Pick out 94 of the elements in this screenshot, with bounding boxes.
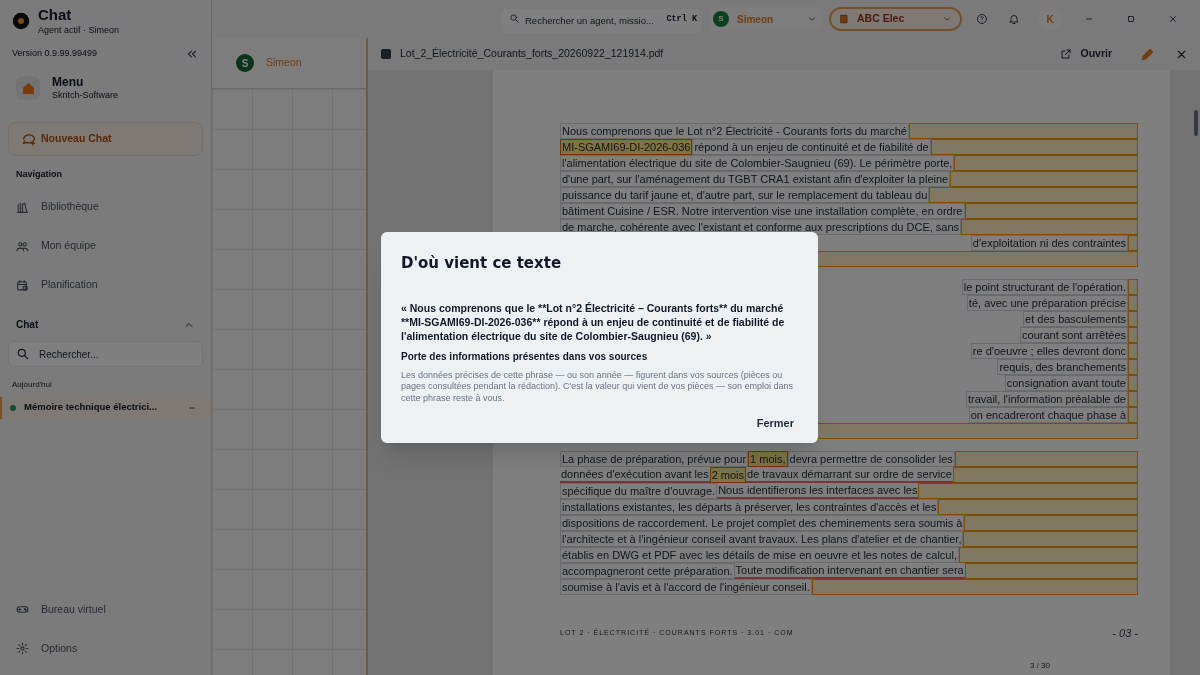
avatar: S <box>713 11 729 27</box>
file-name: Lot_2_Électricité_Courants_forts_20260922_121914.pdf <box>400 46 665 62</box>
document-text: le point structurant de l'opération. <box>961 279 1128 295</box>
nav-item[interactable]: Options <box>8 629 203 668</box>
maximize-icon <box>1126 14 1136 24</box>
double-chevron-left-icon <box>185 47 199 61</box>
menu-title: Menu <box>52 74 85 90</box>
scrollbar-thumb[interactable] <box>1194 110 1198 136</box>
document-text: l'alimentation électrique du site de Colombier-Saugnieu (69). Le périmètre porte, <box>560 155 955 171</box>
document-text: et des basculements <box>1023 311 1128 327</box>
document-text: devra permettre de consolider les <box>787 451 955 467</box>
settings-icon <box>16 642 29 655</box>
document-text: puissance du tarif jaune et, d'autre part, sur le remplacement du tableau du <box>560 187 930 203</box>
highlight-box <box>1128 311 1138 327</box>
gamepad-icon <box>16 603 29 616</box>
document-text: consignation avant toute <box>1004 375 1128 391</box>
quoted-sentence: « Nous comprenons que le **Lot n°2 Électricité – Courants forts** du marché **MI-SGAMI69-DI-2026-036** répond à un enjeu de continuité et de fiabilité de l'alimentation électrique du site de Colombier-Saugnieu (69). » <box>401 300 786 343</box>
app-logo-icon <box>12 12 30 30</box>
conversation-item[interactable]: Mémoire technique électrici... <box>0 396 211 419</box>
highlight-box <box>1128 295 1138 311</box>
document-text: on encadreront chaque phase à <box>968 407 1128 423</box>
open-button[interactable]: Ouvrir <box>1060 46 1112 62</box>
home-tile[interactable] <box>16 76 40 100</box>
document-text: l'architecte et à l'ingénieur conseil avant travaux. Les plans d'atelier et de chantier, <box>560 531 964 547</box>
highlight-box <box>1128 279 1138 295</box>
library-icon <box>16 200 29 214</box>
document-text: Nous comprenons que le Lot n°2 Électricité - Courants forts du marché <box>560 123 909 139</box>
chevron-down-icon <box>807 14 817 24</box>
agent-name: Simeon <box>266 55 302 71</box>
highlighted-text: MI-SGAMI69-DI-2026-036 <box>560 139 693 155</box>
document-text: installations existantes, les départs à préserver, les contraintes d'accès et les <box>560 499 939 515</box>
highlight-box <box>1128 343 1138 359</box>
close-dialog-button[interactable]: Fermer <box>752 414 798 431</box>
external-link-icon <box>1060 48 1073 60</box>
page-number: - 03 - <box>1112 626 1138 641</box>
collapse-sidebar-button[interactable] <box>185 47 199 61</box>
highlighted-text: 1 mois, <box>748 451 788 467</box>
app-subtitle: Agent actif · Simeon <box>38 24 120 36</box>
page-counter: 3 / 30 <box>1030 660 1050 672</box>
section-label: Navigation <box>15 168 63 181</box>
document-text: spécifique du maître d'ouvrage. <box>560 483 718 499</box>
section-label: Chat <box>16 318 39 332</box>
document-text: té, avec une préparation précise <box>966 295 1128 311</box>
organization-selector[interactable]: ABC Elec <box>829 7 962 31</box>
highlight-box <box>1128 375 1138 391</box>
nav-item[interactable]: Bibliothèque <box>8 187 203 227</box>
document-text: répond à un enjeu de continuité et de fiabilité de <box>692 139 931 155</box>
document-text: La phase de préparation, prévue pour <box>560 451 749 467</box>
document-text: dispositions de raccordement. Le projet complet des cheminements sera soumis à <box>560 515 965 531</box>
new-chat-button[interactable]: Nouveau Chat <box>8 122 203 156</box>
pencil-icon <box>1140 46 1155 62</box>
underlined-text: données d'exécution avant les <box>560 467 710 483</box>
people-icon <box>16 239 29 253</box>
document-text: d'une part, sur l'aménagement du TGBT CRA1 existant afin d'exploiter la pleine <box>560 171 951 187</box>
document-text: re d'oeuvre ; elles devront donc <box>970 343 1128 359</box>
nav-item[interactable]: Mon équipe <box>8 226 203 266</box>
search-icon <box>16 346 30 361</box>
underlined-text: Nous identifierons les interfaces avec les <box>717 483 919 499</box>
highlighted-text: 2 mois <box>709 467 747 483</box>
search-field[interactable]: Rechercher... <box>8 341 203 367</box>
highlight-box <box>1128 359 1138 375</box>
conversation-title: Mémoire technique électrici... <box>24 400 159 415</box>
highlight-box <box>1128 391 1138 407</box>
dialog-subheading: Porte des informations présentes dans vos sources <box>401 349 649 364</box>
edit-button[interactable] <box>1140 46 1155 62</box>
pdf-file-icon <box>380 48 392 60</box>
document-text: soumise à l'avis et à l'accord de l'ingénieur conseil. <box>560 579 812 595</box>
document-text: accompagneront cette préparation. <box>560 563 735 579</box>
chevron-down-icon <box>942 14 952 24</box>
close-icon <box>1168 14 1178 24</box>
avatar: S <box>236 54 254 72</box>
nav-item[interactable]: Bureau virtuel <box>8 590 203 629</box>
dialog-title: D'où vient ce texte <box>401 253 563 274</box>
search-icon <box>509 13 520 24</box>
menu-subtitle: Skritch-Software <box>52 89 119 102</box>
document-text: bâtiment Cuisine / ESR. Notre intervention vise une installation complète, en ordre <box>560 203 965 219</box>
document-text: courant sont arrêtées <box>1020 327 1128 343</box>
document-text: établis en DWG et PDF avec les détails de mise en oeuvre et les notes de calcul, <box>560 547 959 563</box>
help-icon <box>976 13 988 25</box>
dialog-text: Les données précises de cette phrase — ou son année — figurent dans vos sources (pièces ou pages consultées pendant la rédaction). C'est la valeur qui vient de vos pièces — son emploi dans cette phrase reste à vous. <box>401 369 794 404</box>
bell-icon <box>1008 13 1020 25</box>
document-text: d'exploitation ni des contraintes <box>970 235 1128 251</box>
building-icon <box>839 14 849 24</box>
calendar-clock-icon <box>16 278 29 292</box>
group-label: Aujourd'hui <box>11 378 53 391</box>
nav-item[interactable]: Planification <box>8 265 203 305</box>
document-text: travail, l'information préalable de <box>965 391 1128 407</box>
chat-plus-icon <box>21 131 37 147</box>
document-text: requis, des branchements <box>997 359 1128 375</box>
app-title: Chat <box>38 6 73 25</box>
shortcut-hint: Ctrl K <box>666 13 697 26</box>
version-label: Version 0.9.99.99499 <box>12 47 98 61</box>
highlight-box <box>1128 327 1138 343</box>
home-icon <box>21 81 35 95</box>
